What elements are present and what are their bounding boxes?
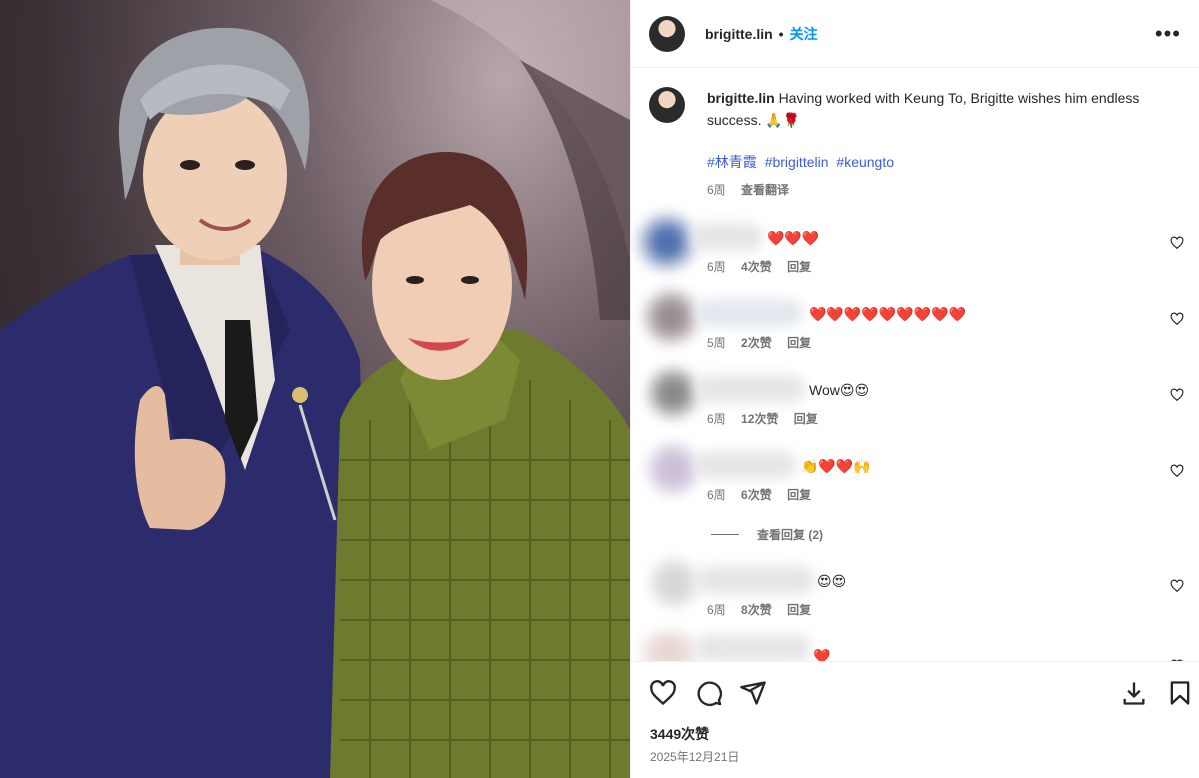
commenter-username[interactable] — [695, 451, 797, 479]
comment-item: 👏❤️❤️🙌 6周 6次赞 回复 — [631, 437, 1199, 502]
comment-time: 6周 — [707, 488, 726, 502]
share-send-icon[interactable] — [739, 679, 767, 707]
comment-item: ❤️ — [631, 626, 1199, 661]
post-actions: 3449次赞 2025年12月21日 — [631, 661, 1199, 778]
post-photo[interactable] — [0, 0, 630, 778]
like-comment-heart-icon[interactable] — [1170, 579, 1184, 593]
comment-time: 6周 — [707, 260, 726, 274]
comment-text: ❤️ — [813, 648, 831, 661]
reply-button[interactable]: 回复 — [787, 603, 811, 617]
post-detail-panel: brigitte.lin • 关注 ••• brigitte.lin Havin… — [630, 0, 1199, 778]
comment-meta: 6周 4次赞 回复 — [707, 258, 811, 275]
commenter-username[interactable] — [691, 223, 763, 251]
reply-button[interactable]: 回复 — [794, 412, 818, 426]
comment-bubble-icon[interactable] — [695, 679, 723, 707]
author-avatar[interactable] — [649, 15, 685, 52]
photo-illustration — [0, 0, 630, 778]
likes-count[interactable]: 3449次赞 — [650, 724, 709, 744]
save-bookmark-icon[interactable] — [1166, 679, 1194, 707]
reply-button[interactable]: 回复 — [787, 336, 811, 350]
comment-text: ❤️❤️❤️❤️❤️❤️❤️❤️❤️ — [809, 306, 966, 322]
caption-body: brigitte.lin Having worked with Keung To… — [707, 87, 1167, 201]
comment-item: ❤️❤️❤️❤️❤️❤️❤️❤️❤️ 5周 2次赞 回复 — [631, 285, 1199, 350]
comment-meta: 5周 2次赞 回复 — [707, 334, 811, 351]
comment-likes[interactable]: 6次赞 — [741, 488, 772, 502]
more-options-icon[interactable]: ••• — [1155, 22, 1181, 45]
comment-item: 😍😍 6周 8次赞 回复 — [631, 552, 1199, 617]
commenter-avatar[interactable] — [639, 632, 699, 661]
caption-author-avatar[interactable] — [649, 87, 685, 123]
caption-time: 6周 — [707, 183, 726, 197]
like-comment-heart-icon[interactable] — [1170, 388, 1184, 402]
comments-scroll-area[interactable]: brigitte.lin Having worked with Keung To… — [631, 69, 1199, 661]
download-icon[interactable] — [1120, 679, 1148, 707]
post-date: 2025年12月21日 — [650, 750, 740, 764]
commenter-username[interactable] — [695, 566, 815, 594]
commenter-avatar[interactable] — [649, 558, 699, 608]
post-caption: brigitte.lin Having worked with Keung To… — [649, 87, 1167, 201]
like-comment-heart-icon[interactable] — [1170, 464, 1184, 478]
view-replies-button[interactable]: 查看回复 (2) — [711, 526, 823, 543]
hashtag-link[interactable]: #brigittelin — [765, 154, 829, 170]
commenter-avatar[interactable] — [647, 367, 699, 419]
like-comment-heart-icon[interactable] — [1170, 312, 1184, 326]
separator-dot: • — [778, 25, 784, 42]
translate-link[interactable]: 查看翻译 — [741, 183, 789, 197]
comment-time: 6周 — [707, 603, 726, 617]
comment-likes[interactable]: 2次赞 — [741, 336, 772, 350]
hashtags: #林青霞 #brigittelin #keungto — [707, 151, 1167, 173]
view-replies-label: 查看回复 (2) — [757, 528, 824, 542]
commenter-avatar[interactable] — [647, 443, 699, 495]
commenter-username[interactable] — [695, 299, 803, 327]
commenter-username[interactable] — [695, 634, 811, 661]
comment-meta: 6周 12次赞 回复 — [707, 410, 818, 427]
comment-time: 5周 — [707, 336, 726, 350]
comment-text: Wow😍😍 — [809, 382, 870, 398]
follow-button[interactable]: 关注 — [790, 24, 818, 44]
like-comment-heart-icon[interactable] — [1170, 236, 1184, 250]
comment-likes[interactable]: 4次赞 — [741, 260, 772, 274]
caption-username[interactable]: brigitte.lin — [707, 90, 775, 106]
hashtag-link[interactable]: #林青霞 — [707, 154, 757, 170]
comment-text: 👏❤️❤️🙌 — [801, 458, 871, 474]
comment-item: ❤️❤️❤️ 6周 4次赞 回复 — [631, 209, 1199, 274]
reply-button[interactable]: 回复 — [787, 488, 811, 502]
view-replies-line — [711, 534, 739, 535]
comment-item: Wow😍😍 6周 12次赞 回复 — [631, 361, 1199, 426]
commenter-avatar[interactable] — [637, 213, 697, 271]
comment-meta: 6周 8次赞 回复 — [707, 601, 811, 618]
comment-likes[interactable]: 8次赞 — [741, 603, 772, 617]
comment-text: 😍😍 — [817, 573, 847, 589]
comment-time: 6周 — [707, 412, 726, 426]
author-username[interactable]: brigitte.lin — [705, 26, 773, 42]
caption-text-line: brigitte.lin Having worked with Keung To… — [707, 87, 1167, 131]
comment-likes[interactable]: 12次赞 — [741, 412, 778, 426]
commenter-avatar[interactable] — [643, 289, 699, 345]
post-header: brigitte.lin • 关注 ••• — [631, 0, 1199, 68]
comment-meta: 6周 6次赞 回复 — [707, 486, 811, 503]
like-heart-icon[interactable] — [649, 679, 677, 707]
hashtag-link[interactable]: #keungto — [836, 154, 894, 170]
commenter-username[interactable] — [695, 375, 805, 403]
reply-button[interactable]: 回复 — [787, 260, 811, 274]
comment-text: ❤️❤️❤️ — [767, 230, 820, 246]
caption-meta: 6周 查看翻译 — [707, 179, 1167, 201]
